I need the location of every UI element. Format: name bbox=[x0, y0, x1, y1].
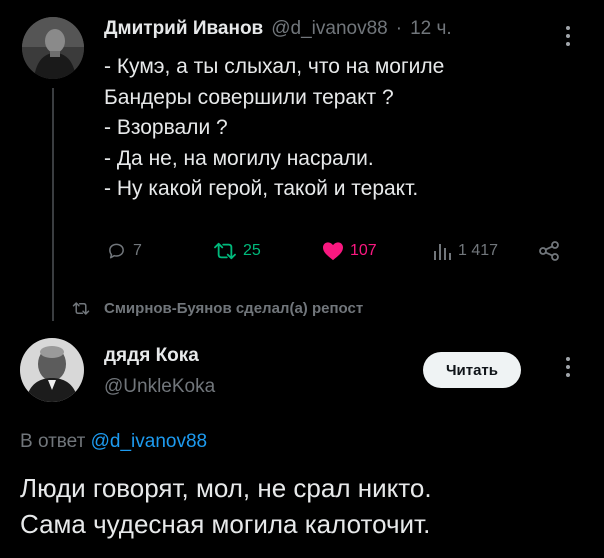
repost-count: 25 bbox=[243, 242, 261, 259]
tweet1-header: Дмитрий Иванов @d_ivanov88 · 12 ч. bbox=[104, 18, 452, 40]
repost-icon bbox=[214, 242, 236, 260]
tweet-line: - Взорвали ? bbox=[104, 116, 228, 139]
tweet-line: Люди говорят, мол, не срал никто. bbox=[20, 473, 432, 503]
like-count: 107 bbox=[350, 242, 377, 259]
tweet1-text: - Кумэ, а ты слыхал, что на могиле Банде… bbox=[104, 52, 444, 205]
author-handle[interactable]: @d_ivanov88 bbox=[271, 18, 387, 40]
author-name[interactable]: Дмитрий Иванов bbox=[104, 18, 263, 40]
reply-to-line: В ответ @d_ivanov88 bbox=[20, 431, 207, 453]
repost-label[interactable]: Смирнов-Буянов сделал(а) репост bbox=[104, 300, 363, 317]
repost-label-row: Смирнов-Буянов сделал(а) репост bbox=[72, 300, 363, 317]
reply-action[interactable]: 7 bbox=[106, 241, 142, 261]
thread-line bbox=[52, 88, 54, 321]
author-handle[interactable]: @UnkleKoka bbox=[104, 376, 215, 398]
tweet-time[interactable]: 12 ч. bbox=[410, 18, 452, 40]
reply-count: 7 bbox=[133, 242, 142, 259]
avatar-dmitry-ivanov[interactable] bbox=[22, 17, 84, 79]
views-count: 1 417 bbox=[458, 242, 499, 259]
tweet-line: - Ну какой герой, такой и теракт. bbox=[104, 177, 419, 200]
views-action[interactable]: 1 417 bbox=[432, 241, 498, 261]
share-icon[interactable] bbox=[538, 241, 560, 266]
more-vertical-icon[interactable] bbox=[566, 26, 570, 46]
reply-to-handle[interactable]: @d_ivanov88 bbox=[91, 431, 207, 452]
separator-dot: · bbox=[395, 18, 403, 39]
follow-button[interactable]: Читать bbox=[423, 352, 521, 388]
tweet2-text: Люди говорят, мол, не срал никто. Сама ч… bbox=[20, 470, 432, 542]
avatar-uncle-koka[interactable] bbox=[20, 338, 84, 402]
tweet-line: - Да не, на могилу насрали. bbox=[104, 146, 374, 170]
more-vertical-icon[interactable] bbox=[566, 357, 570, 377]
tweet-line: Сама чудесная могила калоточит. bbox=[20, 509, 431, 539]
comment-icon bbox=[109, 243, 124, 259]
tweet-line: Бандеры совершили теракт ? bbox=[104, 85, 394, 109]
author-name[interactable]: дядя Кока bbox=[104, 345, 199, 367]
repost-action[interactable]: 25 bbox=[213, 241, 261, 261]
reply-prefix: В ответ bbox=[20, 431, 86, 452]
repost-icon bbox=[72, 302, 90, 315]
like-action[interactable]: 107 bbox=[322, 241, 377, 261]
tweet-line: - Кумэ, а ты слыхал, что на могиле bbox=[104, 55, 445, 78]
analytics-icon bbox=[434, 244, 451, 260]
heart-icon bbox=[323, 242, 343, 261]
